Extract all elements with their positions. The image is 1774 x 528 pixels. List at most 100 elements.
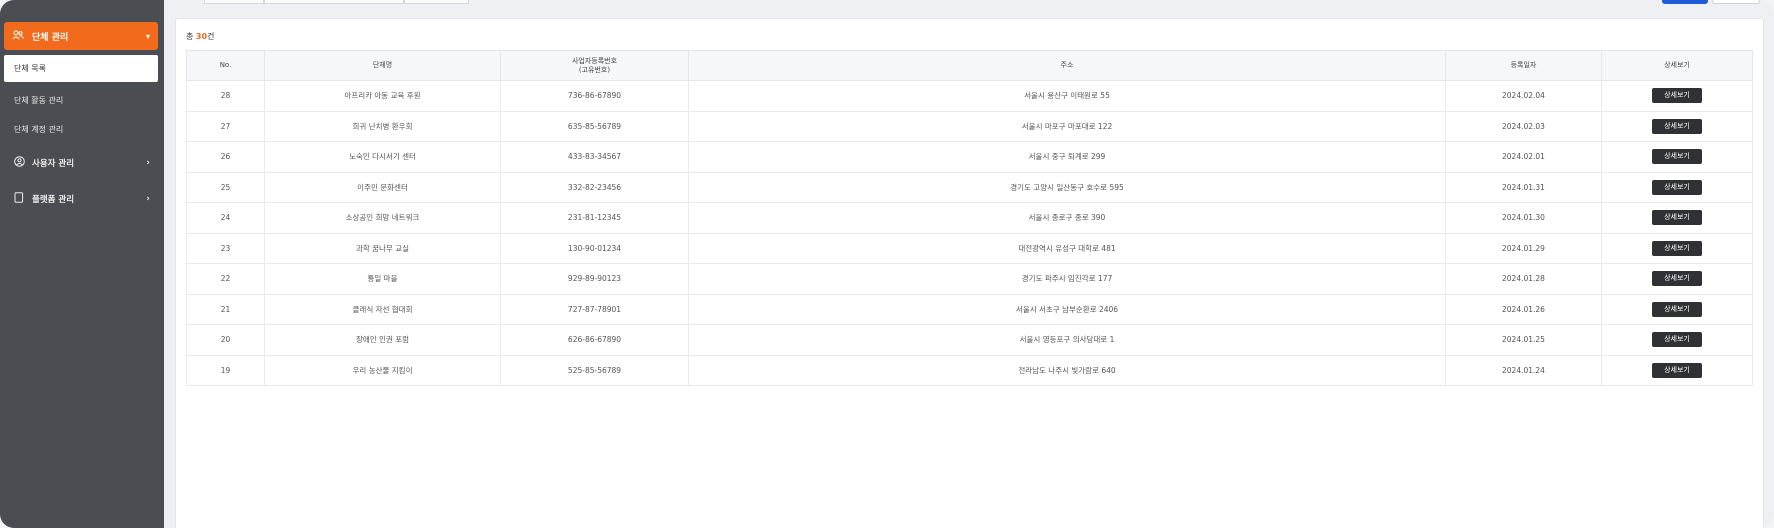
cell-name: 장애인 인권 포럼 <box>264 324 501 356</box>
user-circle-icon <box>12 156 26 170</box>
cell-date: 2024.01.31 <box>1445 171 1602 203</box>
cell-no: 20 <box>186 324 265 356</box>
cell-no: 21 <box>186 293 265 325</box>
sidebar-group-user[interactable]: 사용자 관리 › <box>4 150 158 176</box>
table-row: 25 이주민 문화센터 332-82-23456 경기도 고양시 일산동구 호수로 5… <box>186 171 1753 203</box>
cell-biz-number: 130-90-01234 <box>500 232 689 264</box>
cell-detail: 상세보기 <box>1601 80 1753 112</box>
cell-detail: 상세보기 <box>1601 293 1753 325</box>
table-row: 20 장애인 인권 포럼 626-86-67890 서울시 영등포구 의사당대로 12… <box>186 324 1753 356</box>
top-filter-segment[interactable] <box>204 0 264 4</box>
cell-biz-number: 727-87-78901 <box>500 293 689 325</box>
sidebar-group-platform[interactable]: 플랫폼 관리 › <box>4 186 158 212</box>
cell-name: 아프리카 아동 교육 후원 <box>264 80 501 112</box>
sidebar-item-org-account[interactable]: 단체 계정 관리 <box>4 117 158 141</box>
cell-address: 서울시 용산구 이태원로 55 <box>688 80 1446 112</box>
cell-no: 24 <box>186 202 265 234</box>
table-row: 26 노숙인 다시서기 센터 433-83-34567 서울시 중구 퇴계로 299 2… <box>186 141 1753 173</box>
cell-detail: 상세보기 <box>1601 110 1753 142</box>
col-header-biz-number: 사업자등록번호 (고유번호) <box>500 50 689 81</box>
top-filter-segment[interactable] <box>264 0 404 4</box>
sidebar-group-label: 단체 관리 <box>32 32 69 43</box>
cell-detail: 상세보기 <box>1601 263 1753 295</box>
cell-name: 이주민 문화센터 <box>264 171 501 203</box>
reset-button[interactable] <box>1712 0 1760 4</box>
col-header-detail: 상세보기 <box>1601 50 1753 81</box>
cell-no: 25 <box>186 171 265 203</box>
cell-biz-number: 635-85-56789 <box>500 110 689 142</box>
table-row: 24 소상공인 희망 네트워크 231-81-12345 서울시 종로구 종로 390… <box>186 202 1753 234</box>
chevron-down-icon: ▾ <box>145 31 150 41</box>
cell-detail: 상세보기 <box>1601 232 1753 264</box>
app-window: 단체 관리 ▾ 단체 목록 단체 활동 관리 단체 계정 관리 사용자 관리 ›… <box>0 0 1774 528</box>
col-header-name: 단체명 <box>264 50 501 81</box>
cell-date: 2024.02.03 <box>1445 110 1602 142</box>
cell-biz-number: 929-89-90123 <box>500 263 689 295</box>
detail-button[interactable]: 상세보기 <box>1652 118 1702 134</box>
detail-button[interactable]: 상세보기 <box>1652 332 1702 348</box>
cell-date: 2024.02.01 <box>1445 141 1602 173</box>
table-body: 28 아프리카 아동 교육 후원 736-86-67890 서울시 용산구 이태원로 … <box>186 80 1753 386</box>
cell-address: 경기도 고양시 일산동구 호수로 595 <box>688 171 1446 203</box>
cell-name: 과학 꿈나무 교실 <box>264 232 501 264</box>
cell-no: 23 <box>186 232 265 264</box>
sidebar-item-org-activity[interactable]: 단체 활동 관리 <box>4 88 158 112</box>
users-icon <box>12 30 26 43</box>
col-header-date: 등록일자 <box>1445 50 1602 81</box>
cell-address: 서울시 종로구 종로 390 <box>688 202 1446 234</box>
cell-address: 서울시 영등포구 의사당대로 1 <box>688 324 1446 356</box>
cell-biz-number: 525-85-56789 <box>500 354 689 386</box>
cell-name: 노숙인 다시서기 센터 <box>264 141 501 173</box>
cell-biz-number: 433-83-34567 <box>500 141 689 173</box>
cell-no: 26 <box>186 141 265 173</box>
cell-date: 2024.01.28 <box>1445 263 1602 295</box>
table-row: 23 과학 꿈나무 교실 130-90-01234 대전광역시 유성구 대학로 481… <box>186 232 1753 264</box>
cell-date: 2024.02.04 <box>1445 80 1602 112</box>
cell-no: 28 <box>186 80 265 112</box>
cell-date: 2024.01.25 <box>1445 324 1602 356</box>
cell-date: 2024.01.26 <box>1445 293 1602 325</box>
total-count-value: 30 <box>195 32 208 41</box>
sidebar-item-label: 단체 계정 관리 <box>14 124 64 134</box>
cell-address: 전라남도 나주시 빛가람로 640 <box>688 354 1446 386</box>
cell-biz-number: 231-81-12345 <box>500 202 689 234</box>
top-filter-segment[interactable] <box>404 0 469 4</box>
top-toolbar <box>164 0 1774 18</box>
chevron-right-icon: › <box>146 194 150 204</box>
cell-no: 19 <box>186 354 265 386</box>
detail-button[interactable]: 상세보기 <box>1652 301 1702 317</box>
cell-address: 서울시 중구 퇴계로 299 <box>688 141 1446 173</box>
table-row: 22 통일 마을 929-89-90123 경기도 파주시 임진각로 177 2024.… <box>186 263 1753 295</box>
cell-date: 2024.01.24 <box>1445 354 1602 386</box>
detail-button[interactable]: 상세보기 <box>1652 240 1702 256</box>
cell-address: 경기도 파주시 임진각로 177 <box>688 263 1446 295</box>
cell-date: 2024.01.29 <box>1445 232 1602 264</box>
sidebar-group-label: 사용자 관리 <box>32 159 75 169</box>
search-button[interactable] <box>1662 0 1708 4</box>
cell-detail: 상세보기 <box>1601 202 1753 234</box>
cell-no: 22 <box>186 263 265 295</box>
col-header-address: 주소 <box>688 50 1446 81</box>
cell-name: 클래식 자선 협대회 <box>264 293 501 325</box>
sidebar-item-org-list[interactable]: 단체 목록 <box>4 55 158 82</box>
detail-button[interactable]: 상세보기 <box>1652 88 1702 104</box>
total-count: 총 30건 <box>186 32 215 41</box>
cell-no: 27 <box>186 110 265 142</box>
cell-name: 통일 마을 <box>264 263 501 295</box>
cell-name: 희귀 난치병 환우회 <box>264 110 501 142</box>
cell-name: 우리 농산물 지킴이 <box>264 354 501 386</box>
cell-address: 서울시 마포구 마포대로 122 <box>688 110 1446 142</box>
detail-button[interactable]: 상세보기 <box>1652 149 1702 165</box>
chevron-right-icon: › <box>146 158 150 168</box>
table-row: 27 희귀 난치병 환우회 635-85-56789 서울시 마포구 마포대로 122… <box>186 110 1753 142</box>
sidebar: 단체 관리 ▾ 단체 목록 단체 활동 관리 단체 계정 관리 사용자 관리 ›… <box>0 0 164 528</box>
detail-button[interactable]: 상세보기 <box>1652 362 1702 378</box>
detail-button[interactable]: 상세보기 <box>1652 271 1702 287</box>
sidebar-group-org[interactable]: 단체 관리 ▾ <box>4 22 158 50</box>
cell-detail: 상세보기 <box>1601 324 1753 356</box>
table-header-row: No. 단체명 사업자등록번호 (고유번호) 주소 등록일자 상세보기 <box>186 50 1753 81</box>
detail-button[interactable]: 상세보기 <box>1652 210 1702 226</box>
cell-detail: 상세보기 <box>1601 141 1753 173</box>
cell-address: 서울시 서초구 남부순환로 2406 <box>688 293 1446 325</box>
detail-button[interactable]: 상세보기 <box>1652 179 1702 195</box>
